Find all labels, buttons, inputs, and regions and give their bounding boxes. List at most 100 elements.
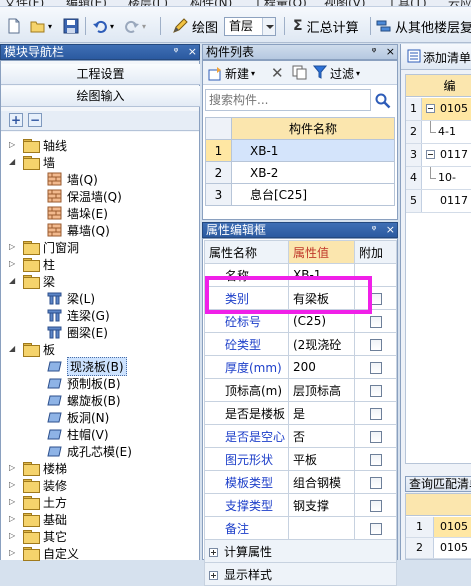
close-icon[interactable]: × [386, 45, 395, 58]
component-name-cell[interactable]: XB-1 [231, 139, 395, 162]
list-row[interactable]: 5 0117 [406, 190, 471, 213]
tree-node-item[interactable]: 保温墙(Q) [47, 187, 122, 205]
menu-item[interactable]: 构件(N) [190, 0, 232, 6]
delete-icon[interactable]: ✕ [271, 64, 284, 82]
property-row[interactable]: 砼类型 (2现浇砼 [204, 332, 397, 356]
component-name-cell[interactable]: 息台[C25] [231, 183, 395, 206]
tree-collapse-icon[interactable]: ◢ [9, 276, 15, 285]
expand-icon[interactable] [209, 570, 218, 580]
add-list-button[interactable]: 添加清单 [407, 49, 471, 66]
property-row[interactable]: 是否是空心否 [204, 424, 397, 448]
table-row[interactable]: 3 息台[C25] [205, 183, 395, 206]
copy-icon[interactable] [292, 65, 307, 83]
draw-input-button[interactable]: 绘图输入 [1, 86, 200, 107]
collapse-icon[interactable] [426, 104, 435, 113]
tree-expand-icon[interactable]: ▷ [9, 497, 15, 506]
tree-node-item[interactable]: 连梁(G) [47, 306, 110, 324]
undo-dropdown-icon[interactable]: ▾ [110, 22, 114, 31]
property-value[interactable]: 否 [288, 424, 355, 448]
tree-expand-icon[interactable]: ▷ [9, 514, 15, 523]
checkbox[interactable] [369, 499, 382, 512]
collapse-all-icon[interactable]: − [28, 113, 42, 127]
tree-expand-icon[interactable]: ▷ [9, 140, 15, 149]
tree-node-folder[interactable]: ◢ 墙 [9, 153, 55, 171]
tree-node-folder[interactable]: ▷ 楼梯 [9, 459, 67, 477]
redo-icon[interactable]: ▾ [124, 16, 146, 36]
tree-node-item[interactable]: 螺旋板(B) [47, 391, 121, 409]
undo-icon[interactable]: ▾ [92, 16, 114, 36]
expand-icon[interactable] [209, 547, 218, 557]
tree-node-folder[interactable]: ▷ 柱 [9, 255, 55, 273]
property-group-row[interactable]: 显示样式 [204, 562, 397, 586]
property-row[interactable]: 模板类型 组合钢模 [204, 470, 397, 494]
query-row[interactable]: 1 0105 [406, 517, 471, 538]
tree-node-item[interactable]: 幕墙(Q) [47, 221, 110, 239]
menu-item[interactable]: 工程量(Q) [252, 0, 307, 6]
tree-expand-icon[interactable]: ▷ [9, 548, 15, 557]
list-row[interactable]: 2 4-1 [406, 121, 471, 144]
tree-node-item[interactable]: 柱帽(V) [47, 425, 109, 443]
tree-node-item[interactable]: 现浇板(B) [47, 356, 127, 376]
floor-select[interactable]: 首层 [224, 17, 276, 36]
property-group-row[interactable]: 计算属性 [204, 539, 397, 563]
checkbox[interactable] [369, 384, 382, 397]
tree-node-folder[interactable]: ◢ 梁 [9, 272, 55, 290]
tree-node-folder[interactable]: ▷ 装修 [9, 476, 67, 494]
filter-button[interactable]: 过滤 ▾ [312, 65, 360, 82]
tree-node-item[interactable]: 梁(L) [47, 289, 95, 307]
tree-expand-icon[interactable]: ▷ [9, 531, 15, 540]
pin-icon[interactable]: ᵠ [372, 45, 377, 58]
save-icon[interactable] [63, 16, 79, 36]
project-settings-button[interactable]: 工程设置 [1, 64, 200, 85]
menu-item[interactable]: 编辑(E) [66, 0, 107, 6]
checkbox[interactable] [369, 476, 382, 489]
tree-collapse-icon[interactable]: ◢ [9, 344, 15, 353]
tree-node-folder[interactable]: ◢ 板 [9, 340, 55, 358]
redo-dropdown-icon[interactable]: ▾ [142, 22, 146, 31]
checkbox[interactable] [369, 407, 382, 420]
tree-node-item[interactable]: 板洞(N) [47, 408, 109, 426]
menu-item[interactable]: 云应用(Y) [448, 0, 471, 6]
summary-calc-button[interactable]: Σ 汇总计算 [293, 16, 359, 36]
checkbox[interactable] [369, 453, 382, 466]
query-row[interactable]: 2 0105 [406, 538, 471, 559]
table-row[interactable]: 2 XB-2 [205, 161, 395, 184]
close-icon[interactable]: × [386, 223, 395, 236]
copy-from-floor-button[interactable]: 从其他楼层复制 [376, 16, 471, 36]
new-file-icon[interactable] [6, 16, 22, 36]
checkbox[interactable] [369, 430, 382, 443]
checkbox[interactable] [369, 522, 382, 535]
list-row[interactable]: 4 10- [406, 167, 471, 190]
checkbox[interactable] [369, 361, 382, 374]
tree-node-folder[interactable]: ▷ 土方 [9, 493, 67, 511]
tree-expand-icon[interactable]: ▷ [9, 259, 15, 268]
draw-button[interactable]: 绘图 [172, 16, 218, 36]
tree-node-item[interactable]: 成孔芯模(E) [47, 442, 132, 460]
property-row[interactable]: 支撑类型 钢支撑 [204, 493, 397, 517]
tree-expand-icon[interactable]: ▷ [9, 480, 15, 489]
table-row[interactable]: 1 XB-1 [205, 139, 395, 162]
property-value[interactable]: 组合钢模 [288, 470, 355, 494]
tree-node-item[interactable]: 圈梁(E) [47, 323, 108, 341]
chevron-down-icon[interactable]: ▾ [356, 69, 360, 78]
tree-node-item[interactable]: 墙垛(E) [47, 204, 108, 222]
property-value[interactable]: (2现浇砼 [288, 332, 355, 356]
list-row[interactable]: 1 0105 [406, 98, 471, 121]
tree-collapse-icon[interactable]: ◢ [9, 157, 15, 166]
checkbox[interactable] [369, 338, 382, 351]
pin-icon[interactable]: ᵠ [174, 45, 179, 58]
property-row[interactable]: 备注 [204, 516, 397, 540]
tree-node-item[interactable]: 预制板(B) [47, 374, 121, 392]
pin-icon[interactable]: ᵠ [372, 223, 377, 236]
tree-node-item[interactable]: 墙(Q) [47, 170, 98, 188]
new-component-button[interactable]: 新建 ▾ [207, 65, 255, 82]
property-value[interactable] [288, 516, 355, 540]
menu-item[interactable]: 楼层(L) [128, 0, 168, 6]
property-row[interactable]: 顶标高(m) 层顶标高 [204, 378, 397, 402]
property-value[interactable]: 钢支撑 [288, 493, 355, 517]
property-value[interactable]: 200 [288, 355, 355, 379]
chevron-down-icon[interactable]: ▾ [251, 69, 255, 78]
collapse-icon[interactable] [426, 150, 435, 159]
search-input[interactable] [205, 89, 371, 111]
tree-node-folder[interactable]: ▷ 其它 [9, 527, 67, 545]
